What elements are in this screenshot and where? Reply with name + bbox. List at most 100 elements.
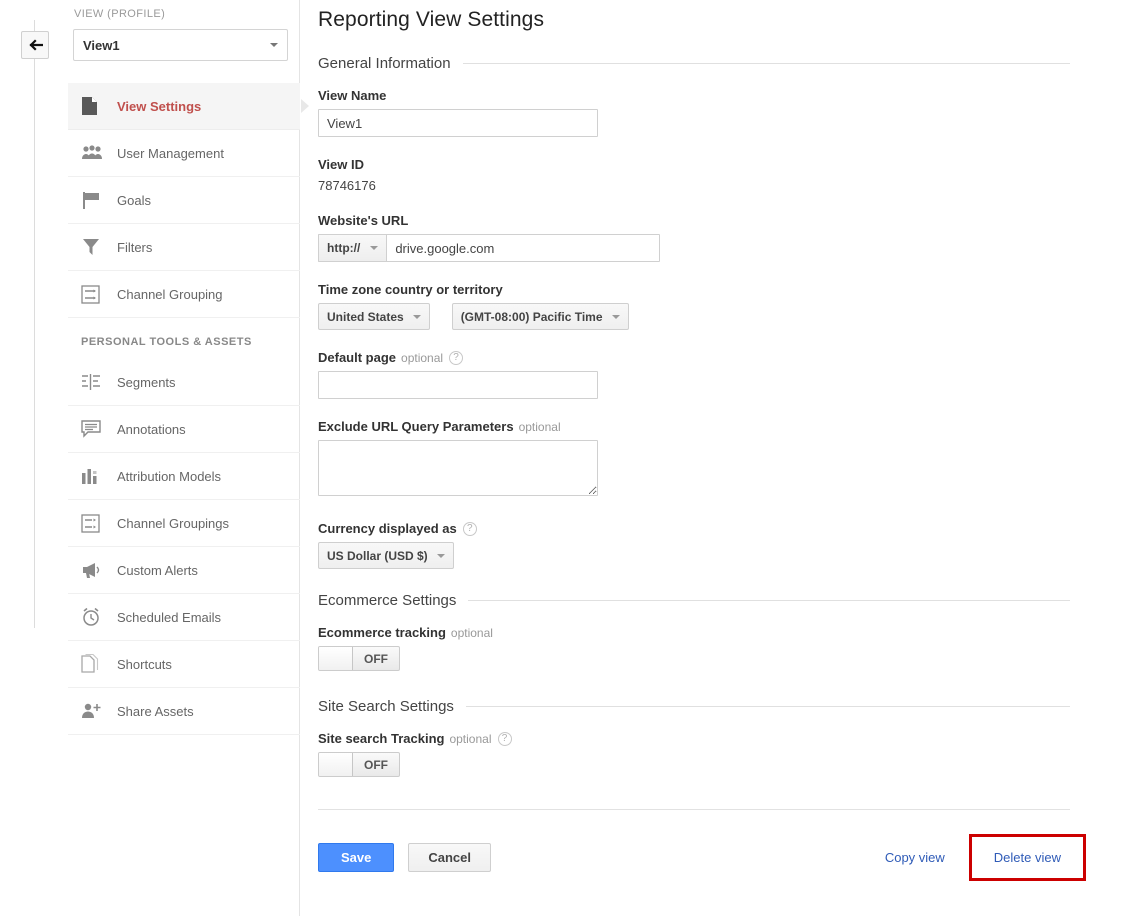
time-zone-label: Time zone country or territory (318, 282, 503, 297)
help-icon[interactable]: ? (497, 731, 512, 746)
sidebar: VIEW (PROFILE) View1 View Settings User … (60, 0, 309, 916)
currency-value: US Dollar (USD $) (327, 548, 428, 563)
copy-view-link[interactable]: Copy view (885, 850, 945, 865)
section-header-site-search: Site Search Settings (318, 698, 1070, 715)
section-rule (465, 706, 1070, 707)
view-selector-dropdown[interactable]: View1 (73, 29, 288, 61)
sidebar-item-label: Share Assets (117, 703, 194, 719)
sidebar-item-custom-alerts[interactable]: Custom Alerts (68, 547, 300, 594)
sidebar-item-user-management[interactable]: User Management (68, 130, 300, 177)
sidebar-item-scheduled-emails[interactable]: Scheduled Emails (68, 594, 300, 641)
url-protocol-dropdown[interactable]: http:// (318, 234, 387, 262)
website-url-group: http:// (318, 234, 1126, 262)
chevron-down-icon (412, 314, 421, 319)
exclude-params-label-text: Exclude URL Query Parameters (318, 419, 514, 434)
section-header-ecommerce: Ecommerce Settings (318, 592, 1070, 609)
main-content: Reporting View Settings General Informat… (318, 0, 1126, 916)
delete-view-link[interactable]: Delete view (994, 850, 1061, 865)
help-icon[interactable]: ? (462, 521, 477, 536)
sidebar-item-share-assets[interactable]: Share Assets (68, 688, 300, 735)
optional-tag: optional (450, 625, 493, 640)
annotation-icon (81, 418, 107, 440)
field-ecommerce-tracking: Ecommerce tracking optional OFF (318, 625, 1126, 675)
default-page-label-text: Default page (318, 350, 397, 365)
exclude-params-textarea[interactable] (318, 440, 598, 496)
sidebar-item-view-settings[interactable]: View Settings (68, 83, 309, 130)
toggle-state-label: OFF (364, 651, 388, 666)
field-view-name: View Name (318, 88, 1126, 137)
chevron-down-icon (270, 43, 278, 47)
channel-grouping-icon (81, 512, 107, 534)
view-name-label: View Name (318, 88, 387, 103)
field-view-id: View ID 78746176 (318, 157, 1126, 193)
sidebar-item-label: Segments (117, 374, 176, 390)
field-default-page: Default page optional ? (318, 350, 1126, 399)
section-title: Site Search Settings (318, 698, 454, 715)
website-url-input[interactable] (386, 234, 661, 262)
sidebar-item-label: View Settings (117, 98, 202, 114)
view-id-label: View ID (318, 157, 365, 172)
website-url-label: Website's URL (318, 213, 409, 228)
cancel-button[interactable]: Cancel (408, 843, 492, 872)
sidebar-item-filters[interactable]: Filters (68, 224, 300, 271)
sidebar-item-annotations[interactable]: Annotations (68, 406, 300, 453)
section-rule (462, 63, 1070, 64)
megaphone-icon (81, 559, 107, 581)
sidebar-item-shortcuts[interactable]: Shortcuts (68, 641, 300, 688)
sidebar-item-attribution-models[interactable]: Attribution Models (68, 453, 300, 500)
site-search-tracking-label: Site search Tracking optional ? (318, 731, 1126, 746)
save-button[interactable]: Save (318, 843, 395, 872)
rail-divider (34, 20, 35, 628)
funnel-icon (81, 236, 107, 258)
section-title: General Information (318, 55, 451, 72)
document-icon (81, 95, 107, 117)
field-website-url: Website's URL http:// (318, 213, 1126, 262)
toggle-knob (319, 753, 353, 776)
site-search-tracking-toggle[interactable]: OFF (318, 752, 400, 777)
view-id-value: 78746176 (318, 178, 376, 193)
time-zone-country-value: United States (327, 309, 404, 324)
delete-view-highlight-box: Delete view (968, 834, 1086, 881)
copy-page-icon (81, 653, 107, 675)
sidebar-item-segments[interactable]: Segments (68, 359, 300, 406)
alarm-clock-icon (81, 606, 107, 628)
optional-tag: optional (518, 419, 561, 434)
bar-chart-icon (81, 465, 107, 487)
sidebar-item-label: Channel Grouping (117, 286, 223, 302)
site-search-tracking-label-text: Site search Tracking (318, 731, 445, 746)
time-zone-country-dropdown[interactable]: United States (318, 303, 430, 330)
sidebar-item-channel-grouping[interactable]: Channel Grouping (68, 271, 300, 318)
section-header-general: General Information (318, 55, 1070, 72)
currency-dropdown[interactable]: US Dollar (USD $) (318, 542, 454, 569)
default-page-input[interactable] (318, 371, 598, 399)
active-indicator-arrow (301, 99, 309, 113)
exclude-params-label: Exclude URL Query Parameters optional (318, 419, 1126, 434)
help-icon[interactable]: ? (449, 350, 464, 365)
toggle-knob (319, 647, 353, 670)
sidebar-item-label: Filters (117, 239, 153, 255)
section-title: Ecommerce Settings (318, 592, 457, 609)
sidebar-item-label: Channel Groupings (117, 515, 230, 531)
chevron-down-icon (436, 553, 445, 558)
view-profile-label: VIEW (PROFILE) (74, 8, 166, 20)
sidebar-item-label: Scheduled Emails (117, 609, 222, 625)
footer-actions: Save Cancel Copy view Delete view (318, 834, 1086, 881)
reporting-view-settings-page: VIEW (PROFILE) View1 View Settings User … (0, 0, 1126, 916)
flag-icon (81, 189, 107, 211)
sidebar-item-goals[interactable]: Goals (68, 177, 300, 224)
currency-label: Currency displayed as ? (318, 521, 1126, 536)
sidebar-item-channel-groupings[interactable]: Channel Groupings (68, 500, 300, 547)
field-site-search-tracking: Site search Tracking optional ? OFF (318, 731, 1126, 781)
chevron-down-icon (611, 314, 620, 319)
currency-label-text: Currency displayed as (318, 521, 457, 536)
sidebar-item-label: Shortcuts (117, 656, 172, 672)
view-name-input[interactable] (318, 109, 598, 137)
time-zone-row: United States (GMT-08:00) Pacific Time (318, 303, 1126, 330)
optional-tag: optional (449, 731, 492, 746)
back-button[interactable] (21, 31, 49, 59)
ecommerce-tracking-toggle[interactable]: OFF (318, 646, 400, 671)
sidebar-item-label: Attribution Models (117, 468, 222, 484)
back-arrow-icon (27, 39, 43, 51)
time-zone-offset-dropdown[interactable]: (GMT-08:00) Pacific Time (451, 303, 629, 330)
channel-grouping-icon (81, 283, 107, 305)
